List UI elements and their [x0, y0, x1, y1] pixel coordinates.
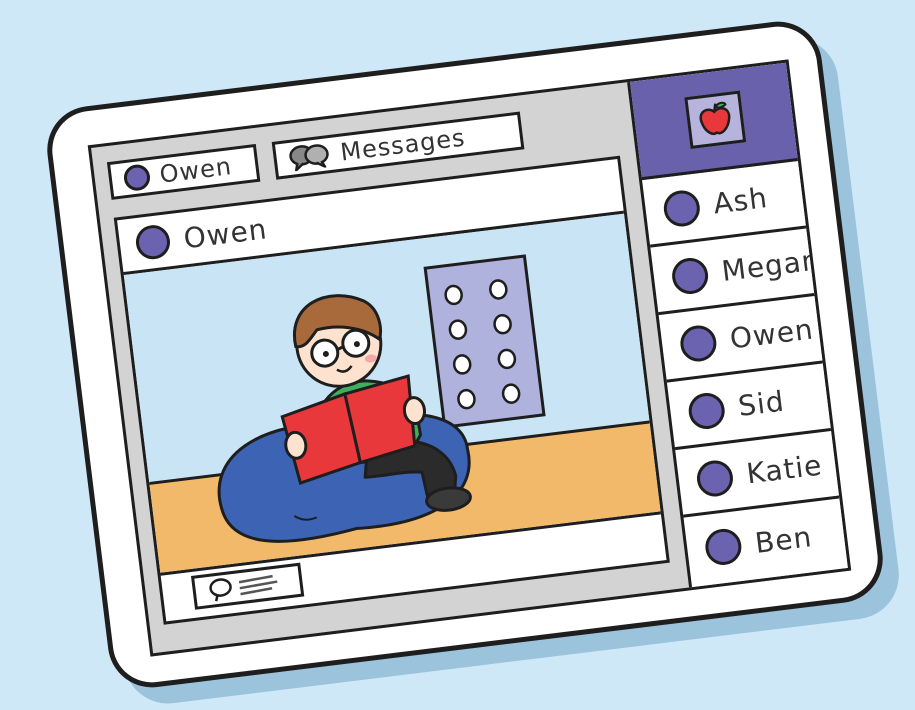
post-photo — [123, 213, 661, 576]
contact-avatar — [661, 187, 702, 229]
sidebar-header — [630, 62, 801, 181]
profile-tab-button[interactable]: Owen — [106, 143, 261, 200]
post-card: Owen — [113, 155, 670, 625]
contact-avatar — [678, 322, 719, 364]
contact-name: Megan — [719, 243, 823, 288]
contact-avatar — [686, 390, 727, 431]
contact-avatar — [669, 255, 711, 296]
contact-name: Sid — [736, 384, 787, 423]
contact-name: Owen — [728, 312, 816, 356]
speech-bubbles-icon — [289, 144, 329, 172]
apple-logo-icon — [699, 101, 731, 136]
profile-avatar — [122, 163, 152, 193]
wall-panel — [423, 254, 546, 429]
tablet-frame: Owen Messages Owen Ash Megan Owen Sid Ka… — [42, 16, 888, 693]
profile-name-label: Owen — [158, 152, 234, 189]
contact-avatar — [703, 526, 744, 568]
post-author-avatar — [134, 223, 172, 262]
contact-name: Ben — [753, 519, 814, 560]
app-logo[interactable] — [684, 90, 747, 149]
contact-name: Ash — [711, 181, 770, 221]
contact-name: Katie — [744, 448, 825, 491]
messages-tab-button[interactable]: Messages — [271, 111, 525, 180]
messages-label: Messages — [338, 123, 467, 167]
post-author-name: Owen — [181, 211, 270, 255]
tablet-device: Owen Messages Owen Ash Megan Owen Sid Ka… — [42, 16, 888, 693]
contact-avatar — [694, 457, 735, 499]
tablet-screen: Owen Messages Owen Ash Megan Owen Sid Ka… — [87, 59, 852, 657]
comment-icon — [209, 574, 278, 602]
